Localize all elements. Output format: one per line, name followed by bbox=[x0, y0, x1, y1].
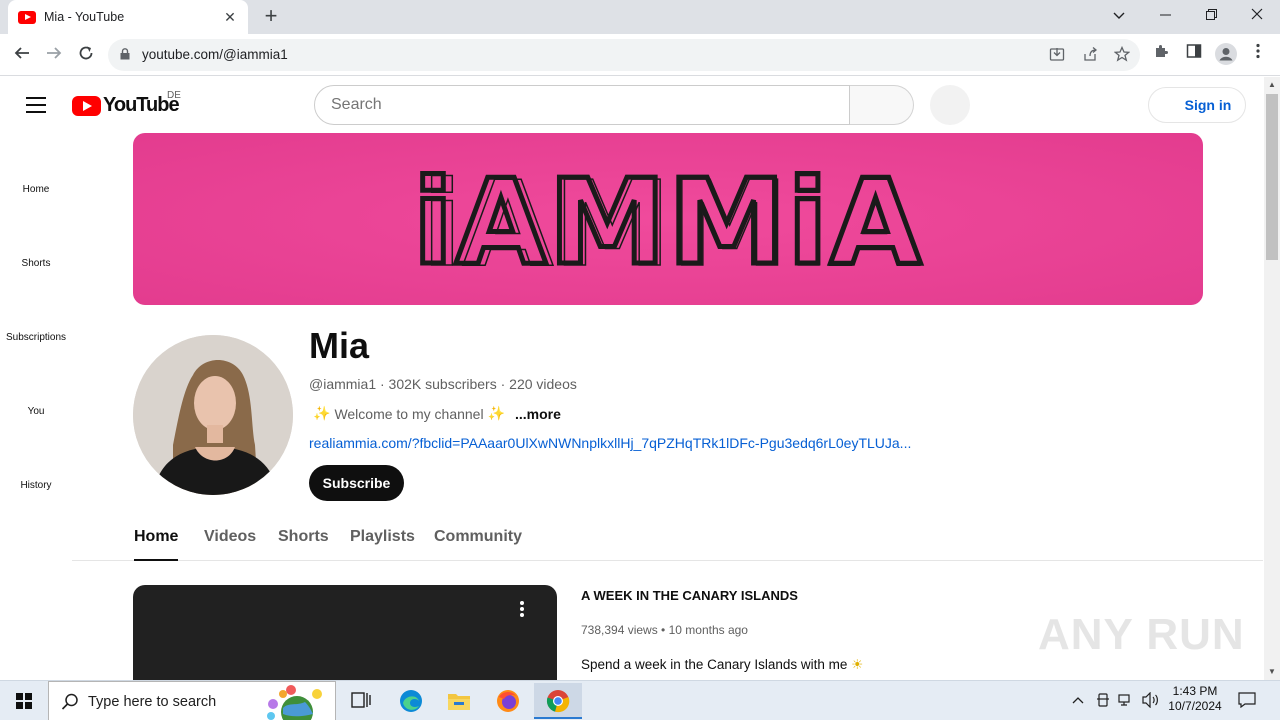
share-icon[interactable] bbox=[1080, 46, 1100, 66]
anyrun-watermark: ANY RUN bbox=[1038, 610, 1245, 659]
chrome-icon[interactable] bbox=[534, 683, 582, 719]
start-button[interactable] bbox=[0, 681, 48, 720]
sidebar-item-label: Home bbox=[22, 184, 50, 195]
youtube-masthead: YouTube DE Sign in bbox=[0, 77, 1264, 133]
sun-icon: ☀ bbox=[851, 657, 864, 672]
tab-home[interactable]: Home bbox=[134, 528, 179, 561]
tab-playlists[interactable]: Playlists bbox=[350, 528, 415, 546]
file-explorer-icon[interactable] bbox=[435, 683, 483, 719]
firefox-icon[interactable] bbox=[484, 683, 532, 719]
taskbar-search[interactable]: Type here to search bbox=[48, 681, 336, 720]
channel-tabs: Home Videos Shorts Playlists Community bbox=[72, 520, 1263, 561]
install-app-icon[interactable] bbox=[1047, 46, 1067, 66]
tab-title: Mia - YouTube bbox=[44, 10, 125, 24]
scroll-down-icon[interactable]: ▼ bbox=[1264, 664, 1280, 680]
sidebar-item-you[interactable]: You bbox=[0, 406, 72, 417]
tab-shorts[interactable]: Shorts bbox=[278, 528, 329, 546]
guide-menu-icon[interactable] bbox=[26, 97, 46, 113]
sidebar-item-label: Shorts bbox=[21, 258, 51, 269]
channel-name: Mia bbox=[309, 325, 370, 366]
channel-meta: @iammia1 · 302K subscribers · 220 videos bbox=[309, 376, 577, 392]
scrollbar-thumb[interactable] bbox=[1266, 94, 1278, 260]
subscribe-label: Subscribe bbox=[322, 475, 391, 491]
sparkle-icon: ✨ bbox=[313, 405, 331, 421]
show-hidden-icons-icon[interactable] bbox=[1072, 693, 1084, 707]
chrome-menu-icon[interactable] bbox=[1246, 43, 1270, 67]
clock-date: 10/7/2024 bbox=[1168, 699, 1222, 713]
lock-icon[interactable] bbox=[120, 48, 130, 60]
youtube-favicon-icon bbox=[18, 10, 36, 24]
sparkle-icon: ✨ bbox=[487, 405, 506, 421]
windows-taskbar: Type here to search 1:43 PM 10/7/2024 bbox=[0, 680, 1280, 720]
sidebar-item-label: History bbox=[20, 480, 52, 491]
side-panel-icon[interactable] bbox=[1182, 43, 1206, 67]
windows-logo-icon bbox=[16, 693, 32, 709]
sidebar-item-label: Subscriptions bbox=[5, 332, 67, 343]
task-view-icon[interactable] bbox=[338, 683, 386, 719]
reload-button[interactable] bbox=[73, 42, 99, 68]
tab-search-icon[interactable] bbox=[1096, 0, 1142, 30]
video-description: Spend a week in the Canary Islands with … bbox=[581, 657, 863, 673]
channel-description-text: Welcome to my channel bbox=[334, 405, 484, 422]
taskbar-search-placeholder: Type here to search bbox=[88, 694, 217, 710]
banner-artwork: iAMMiA iAMMiA bbox=[410, 151, 923, 294]
search-button[interactable] bbox=[850, 85, 914, 125]
sidebar-item-shorts[interactable]: Shorts bbox=[0, 258, 72, 269]
address-bar[interactable]: youtube.com/@iammia1 bbox=[108, 39, 1140, 71]
scroll-up-icon[interactable]: ▲ bbox=[1264, 77, 1280, 93]
new-tab-button[interactable]: + bbox=[258, 4, 284, 30]
sidebar-item-home[interactable]: Home bbox=[0, 184, 72, 195]
country-code: DE bbox=[167, 90, 181, 101]
minimize-button[interactable] bbox=[1142, 0, 1188, 30]
notifications-icon[interactable] bbox=[1238, 692, 1256, 711]
video-title[interactable]: A WEEK IN THE CANARY ISLANDS bbox=[581, 588, 798, 603]
browser-tab[interactable]: Mia - YouTube ✕ bbox=[8, 0, 248, 34]
bookmark-star-icon[interactable] bbox=[1112, 45, 1132, 66]
device-icon[interactable] bbox=[1096, 693, 1110, 712]
youtube-play-icon bbox=[72, 95, 101, 116]
avatar-image bbox=[133, 335, 293, 495]
extensions-icon[interactable] bbox=[1150, 43, 1174, 67]
video-meta: 738,394 views • 10 months ago bbox=[581, 623, 748, 637]
channel-description[interactable]: ✨ Welcome to my channel ✨ ...more bbox=[309, 405, 561, 422]
voice-search-button[interactable] bbox=[930, 85, 970, 125]
network-icon[interactable] bbox=[1118, 693, 1134, 710]
sidebar-item-history[interactable]: History bbox=[0, 480, 72, 491]
search-highlight-icon bbox=[267, 685, 322, 720]
tab-community[interactable]: Community bbox=[434, 528, 522, 546]
profile-icon[interactable] bbox=[1214, 43, 1238, 67]
edge-icon[interactable] bbox=[387, 683, 435, 719]
close-tab-icon[interactable]: ✕ bbox=[222, 9, 238, 26]
channel-avatar[interactable] bbox=[133, 335, 293, 495]
search-input[interactable] bbox=[314, 85, 850, 125]
restore-button[interactable] bbox=[1188, 0, 1234, 30]
tab-videos[interactable]: Videos bbox=[204, 528, 256, 546]
youtube-logo[interactable]: YouTube DE bbox=[72, 90, 181, 117]
banner-text-shadow: iAMMiA bbox=[422, 155, 920, 293]
sign-in-button[interactable]: Sign in bbox=[1148, 87, 1246, 123]
clock[interactable]: 1:43 PM 10/7/2024 bbox=[1166, 684, 1224, 714]
channel-banner: iAMMiA iAMMiA bbox=[133, 133, 1203, 305]
sidebar-item-subscriptions[interactable]: Subscriptions bbox=[0, 332, 72, 343]
close-window-button[interactable] bbox=[1234, 0, 1280, 30]
video-player[interactable] bbox=[133, 585, 557, 680]
more-actions-icon[interactable] bbox=[520, 601, 524, 619]
browser-tab-strip: Mia - YouTube ✕ + bbox=[0, 0, 1280, 34]
search-icon bbox=[61, 693, 78, 710]
clock-time: 1:43 PM bbox=[1172, 684, 1218, 698]
back-button[interactable] bbox=[9, 42, 35, 68]
more-link[interactable]: ...more bbox=[515, 406, 561, 422]
forward-button[interactable] bbox=[41, 42, 67, 68]
video-description-text: Spend a week in the Canary Islands with … bbox=[581, 657, 848, 672]
subscribe-button[interactable]: Subscribe bbox=[309, 465, 404, 501]
volume-icon[interactable] bbox=[1142, 691, 1160, 711]
url-text: youtube.com/@iammia1 bbox=[142, 47, 288, 62]
browser-toolbar: youtube.com/@iammia1 bbox=[0, 34, 1280, 76]
sidebar-item-label: You bbox=[27, 406, 45, 417]
sign-in-label: Sign in bbox=[1184, 97, 1232, 113]
channel-link[interactable]: realiammia.com/?fbclid=PAAaar0UlXwNWNnpl… bbox=[309, 435, 911, 451]
